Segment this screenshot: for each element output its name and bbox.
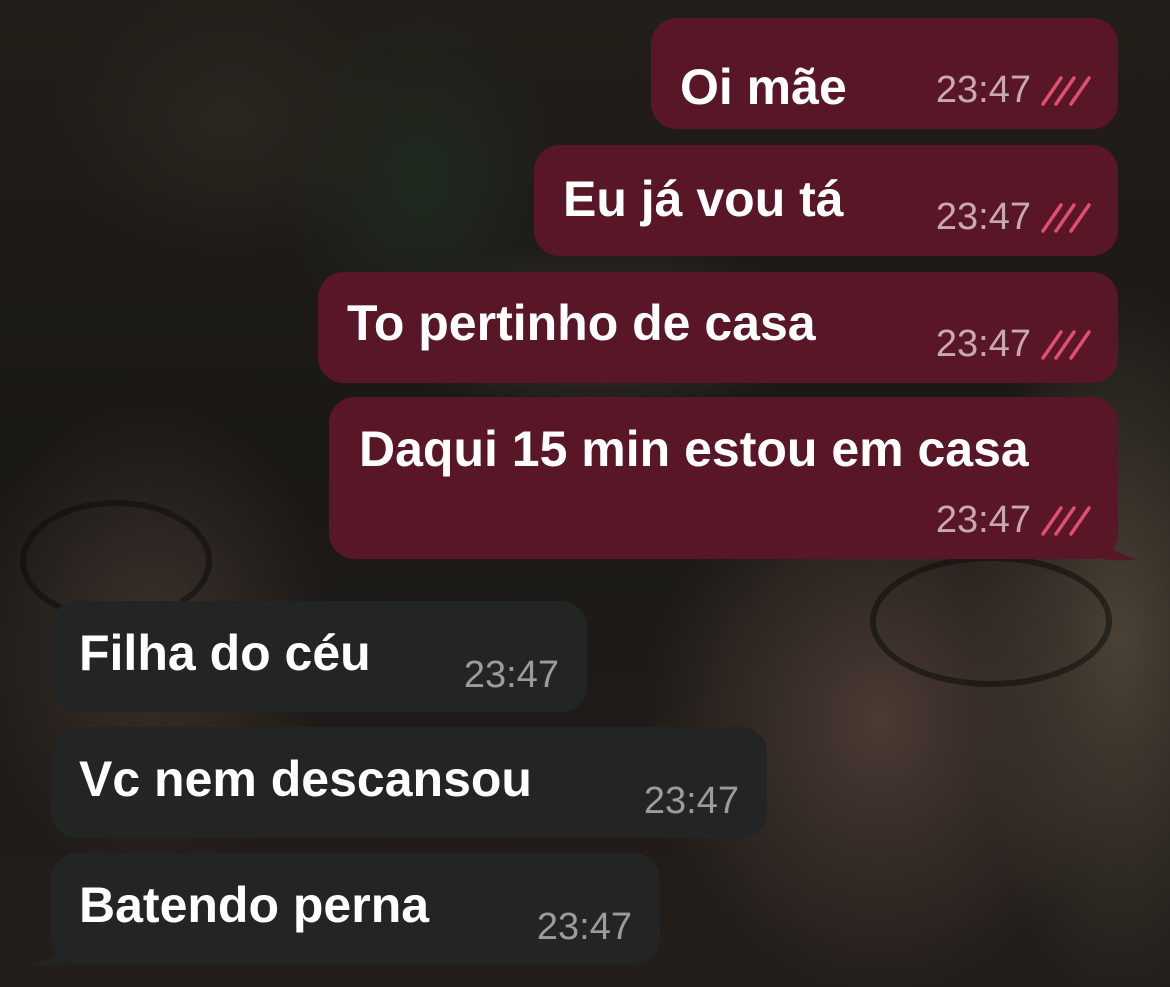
message-meta: 23:47 xyxy=(537,906,632,948)
message-time: 23:47 xyxy=(643,780,739,822)
message-time: 23:47 xyxy=(935,196,1031,238)
message-time: 23:47 xyxy=(463,654,559,696)
message-time: 23:47 xyxy=(935,499,1031,541)
bubble-tail xyxy=(1098,527,1138,561)
message-meta: 23:47 xyxy=(936,499,1091,541)
message-text: Filha do céu xyxy=(79,625,371,681)
message-text: Eu já vou tá xyxy=(563,171,844,227)
message-meta: 23:47 xyxy=(644,780,739,822)
outgoing-message[interactable]: Eu já vou tá 23:47 xyxy=(534,145,1118,256)
message-time: 23:47 xyxy=(935,69,1031,111)
message-text: Oi mãe xyxy=(680,59,847,115)
message-text: Daqui 15 min estou em casa xyxy=(359,421,1029,477)
outgoing-message[interactable]: To pertinho de casa 23:47 xyxy=(318,272,1118,383)
message-meta: 23:47 xyxy=(936,69,1091,111)
message-time: 23:47 xyxy=(935,323,1031,365)
double-check-read-icon xyxy=(1041,201,1091,233)
double-check-read-icon xyxy=(1041,328,1091,360)
incoming-message[interactable]: Batendo perna 23:47 xyxy=(51,853,660,964)
message-list[interactable]: Oi mãe 23:47 Eu já vou tá 23:47 To perti… xyxy=(0,0,1170,987)
outgoing-message[interactable]: Oi mãe 23:47 xyxy=(651,18,1118,129)
incoming-message[interactable]: Filha do céu 23:47 xyxy=(51,601,587,712)
message-text: Batendo perna xyxy=(79,877,430,933)
incoming-message[interactable]: Vc nem descansou 23:47 xyxy=(51,727,767,838)
message-meta: 23:47 xyxy=(936,196,1091,238)
bubble-tail xyxy=(32,932,72,966)
message-time: 23:47 xyxy=(536,906,632,948)
message-text: To pertinho de casa xyxy=(347,295,816,351)
double-check-read-icon xyxy=(1041,504,1091,536)
double-check-read-icon xyxy=(1041,74,1091,106)
message-meta: 23:47 xyxy=(936,323,1091,365)
message-text: Vc nem descansou xyxy=(79,751,532,807)
message-meta: 23:47 xyxy=(464,654,559,696)
outgoing-message[interactable]: Daqui 15 min estou em casa 23:47 xyxy=(329,397,1118,559)
